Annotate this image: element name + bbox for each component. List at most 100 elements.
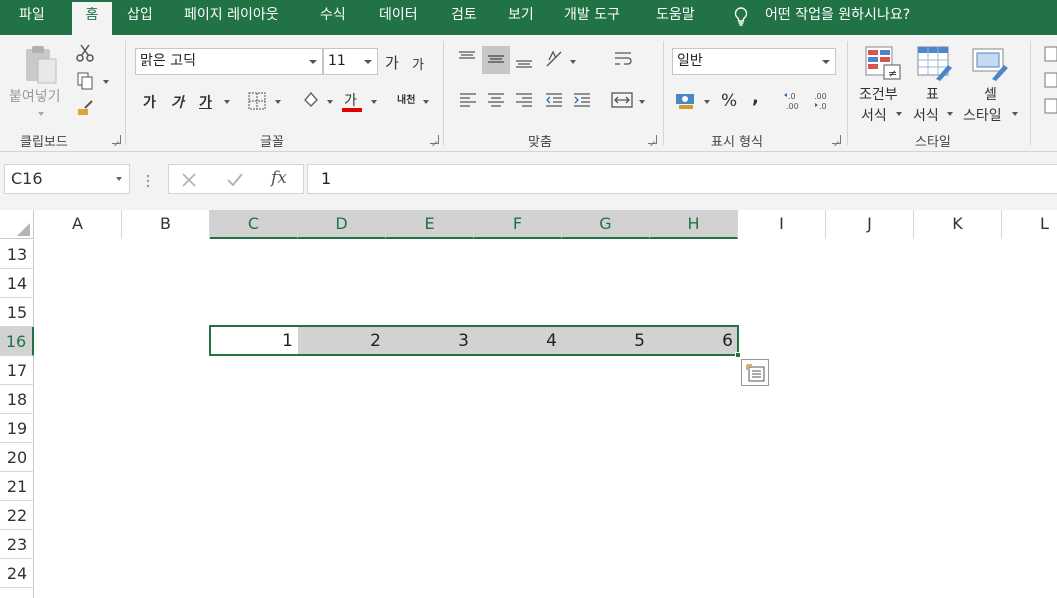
chevron-down-icon[interactable] — [116, 177, 122, 181]
bold-button[interactable]: 가 — [143, 92, 156, 112]
column-header-h[interactable]: H — [650, 210, 738, 239]
conditional-formatting-icon[interactable]: ≠ — [864, 45, 902, 81]
worksheet-grid[interactable] — [35, 240, 1057, 598]
increase-indent-icon[interactable] — [571, 90, 593, 110]
tab-insert[interactable]: 삽입 — [127, 0, 153, 33]
wrap-text-icon[interactable] — [612, 48, 634, 70]
orientation-icon[interactable] — [543, 48, 567, 70]
underline-dropdown-icon[interactable] — [224, 100, 230, 104]
tell-me-search[interactable]: 어떤 작업을 원하시나요? — [765, 0, 910, 33]
shrink-font-button[interactable]: 가 — [412, 54, 424, 73]
cell-styles-dropdown-icon[interactable] — [1012, 112, 1018, 116]
tab-page-layout[interactable]: 페이지 레이아웃 — [184, 0, 279, 33]
fill-handle[interactable] — [735, 352, 741, 358]
column-header-k[interactable]: K — [914, 210, 1002, 239]
tab-data[interactable]: 데이터 — [379, 0, 418, 33]
column-header-b[interactable]: B — [122, 210, 210, 239]
format-as-table-icon[interactable] — [916, 45, 954, 81]
grow-font-button[interactable]: 가 — [385, 52, 399, 73]
row-header[interactable]: 19 — [0, 414, 34, 443]
format-painter-icon[interactable] — [76, 99, 96, 117]
tab-review[interactable]: 검토 — [451, 0, 477, 33]
fill-color-icon[interactable] — [300, 89, 322, 111]
copy-icon[interactable] — [75, 71, 95, 91]
chevron-down-icon[interactable] — [309, 60, 317, 64]
number-format-combo[interactable]: 일반 — [672, 48, 836, 75]
accounting-format-icon[interactable] — [674, 91, 698, 111]
name-box[interactable]: C16 — [4, 164, 130, 194]
conditional-formatting-dropdown-icon[interactable] — [896, 112, 902, 116]
formula-input[interactable]: 1 — [307, 164, 1057, 194]
column-header-l[interactable]: L — [1002, 210, 1057, 239]
column-header-a[interactable]: A — [34, 210, 122, 239]
align-bottom-icon[interactable] — [513, 53, 535, 71]
column-header-f[interactable]: F — [474, 210, 562, 239]
align-middle-icon[interactable] — [485, 51, 507, 69]
row-header[interactable]: 21 — [0, 472, 34, 501]
row-header-selected[interactable]: 16 — [0, 327, 34, 356]
fill-color-dropdown-icon[interactable] — [327, 100, 333, 104]
enter-check-icon[interactable] — [226, 172, 244, 188]
tab-file[interactable]: 파일 — [19, 0, 45, 33]
tab-help[interactable]: 도움말 — [656, 0, 695, 33]
format-as-table-dropdown-icon[interactable] — [947, 112, 953, 116]
font-color-button[interactable]: 가 — [344, 90, 357, 110]
paste-dropdown-icon[interactable] — [38, 112, 44, 116]
row-header[interactable]: 13 — [0, 240, 34, 269]
insert-function-button[interactable]: fx — [271, 168, 287, 188]
row-header[interactable]: 15 — [0, 298, 34, 327]
phonetic-button[interactable]: 내천 — [397, 91, 415, 106]
align-right-icon[interactable] — [513, 90, 535, 110]
underline-button[interactable]: 가 — [199, 92, 212, 112]
decrease-decimal-icon[interactable]: .00 .0 — [811, 90, 833, 112]
merge-center-icon[interactable] — [610, 90, 634, 110]
increase-decimal-icon[interactable]: .0 .00 — [783, 90, 805, 112]
borders-dropdown-icon[interactable] — [275, 100, 281, 104]
accounting-dropdown-icon[interactable] — [704, 100, 710, 104]
cut-icon[interactable] — [75, 43, 95, 63]
conditional-formatting-label[interactable]: 조건부 — [859, 84, 898, 104]
row-header[interactable]: 24 — [0, 559, 34, 588]
font-launcher-icon[interactable] — [430, 135, 439, 144]
font-size-combo[interactable]: 11 — [323, 48, 378, 75]
paste-icon[interactable] — [21, 43, 61, 87]
paste-label[interactable]: 붙여넣기 — [9, 86, 61, 106]
format-as-table-label[interactable]: 표 — [926, 84, 939, 104]
row-header[interactable]: 22 — [0, 501, 34, 530]
clipboard-launcher-icon[interactable] — [112, 135, 121, 144]
tab-developer[interactable]: 개발 도구 — [564, 0, 620, 33]
column-header-i[interactable]: I — [738, 210, 826, 239]
select-all-button[interactable] — [0, 210, 34, 239]
row-header[interactable]: 14 — [0, 269, 34, 298]
tab-home[interactable]: 홈 — [72, 2, 112, 35]
decrease-indent-icon[interactable] — [543, 90, 565, 110]
align-center-icon[interactable] — [485, 90, 507, 110]
font-name-combo[interactable]: 맑은 고딕 — [135, 48, 323, 75]
alignment-launcher-icon[interactable] — [648, 135, 657, 144]
quick-analysis-button[interactable] — [741, 359, 769, 386]
font-color-dropdown-icon[interactable] — [371, 100, 377, 104]
row-header[interactable]: 17 — [0, 356, 34, 385]
row-header[interactable]: 20 — [0, 443, 34, 472]
align-left-icon[interactable] — [457, 90, 479, 110]
cancel-icon[interactable] — [181, 172, 197, 188]
italic-button[interactable]: 가 — [171, 92, 184, 112]
cell-styles-icon[interactable] — [970, 45, 1010, 81]
column-header-c[interactable]: C — [210, 210, 298, 239]
conditional-formatting-label-2[interactable]: 서식 — [861, 105, 887, 125]
lightbulb-icon[interactable] — [734, 7, 748, 26]
format-as-table-label-2[interactable]: 서식 — [913, 105, 939, 125]
tab-view[interactable]: 보기 — [508, 0, 534, 33]
cell-styles-label-2[interactable]: 스타일 — [963, 105, 1002, 125]
percent-style-button[interactable]: % — [721, 91, 737, 111]
chevron-down-icon[interactable] — [822, 60, 830, 64]
cell-styles-label[interactable]: 셀 — [984, 84, 997, 104]
comma-style-button[interactable]: , — [752, 87, 759, 108]
orientation-dropdown-icon[interactable] — [570, 60, 576, 64]
row-header[interactable]: 23 — [0, 530, 34, 559]
merge-dropdown-icon[interactable] — [639, 100, 645, 104]
column-header-g[interactable]: G — [562, 210, 650, 239]
column-header-e[interactable]: E — [386, 210, 474, 239]
column-header-d[interactable]: D — [298, 210, 386, 239]
tab-formulas[interactable]: 수식 — [320, 0, 346, 33]
